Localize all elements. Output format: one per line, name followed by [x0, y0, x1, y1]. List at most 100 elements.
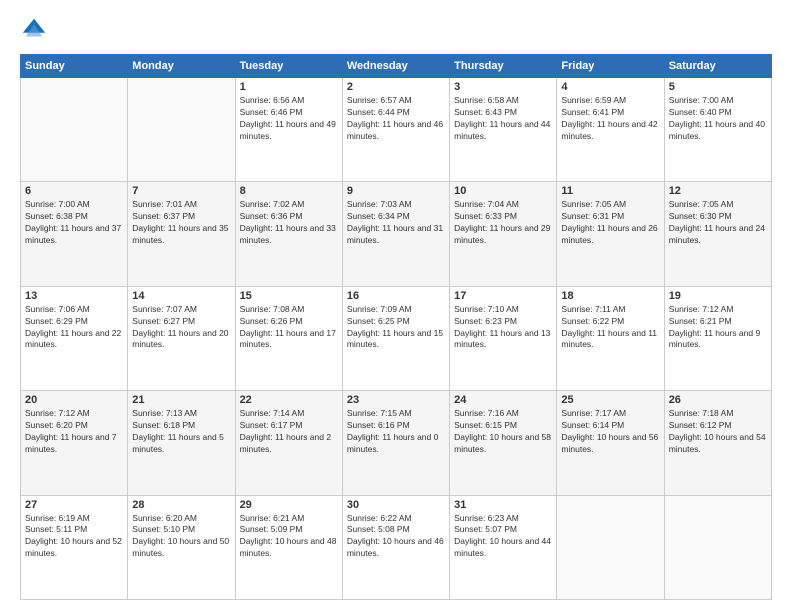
logo-icon [20, 16, 48, 44]
calendar-cell: 12 Sunrise: 7:05 AM Sunset: 6:30 PM Dayli… [664, 182, 771, 286]
day-info: Sunrise: 7:16 AM Sunset: 6:15 PM Dayligh… [454, 408, 552, 456]
calendar-cell: 31 Sunrise: 6:23 AM Sunset: 5:07 PM Dayli… [450, 495, 557, 599]
calendar-cell: 6Sunrise: 7:00 AM Sunset: 6:38 PM Daylig… [21, 182, 128, 286]
calendar-cell [128, 78, 235, 182]
day-number: 23 [347, 394, 445, 406]
calendar-week-2: 13 Sunrise: 7:06 AM Sunset: 6:29 PM Dayli… [21, 286, 772, 390]
day-info: Sunrise: 7:14 AM Sunset: 6:17 PM Dayligh… [240, 408, 338, 456]
day-number: 21 [132, 394, 230, 406]
day-info: Sunrise: 7:18 AM Sunset: 6:12 PM Dayligh… [669, 408, 767, 456]
calendar-cell: 19Sunrise: 7:12 AM Sunset: 6:21 PM Dayli… [664, 286, 771, 390]
calendar-header-wednesday: Wednesday [342, 55, 449, 78]
day-info: Sunrise: 6:20 AM Sunset: 5:10 PM Dayligh… [132, 513, 230, 561]
day-number: 16 [347, 290, 445, 302]
calendar-cell: 2 Sunrise: 6:57 AM Sunset: 6:44 PM Daylig… [342, 78, 449, 182]
day-number: 14 [132, 290, 230, 302]
day-number: 19 [669, 290, 767, 302]
day-number: 15 [240, 290, 338, 302]
day-info: Sunrise: 7:07 AM Sunset: 6:27 PM Dayligh… [132, 304, 230, 352]
calendar-header-monday: Monday [128, 55, 235, 78]
day-number: 10 [454, 185, 552, 197]
day-info: Sunrise: 6:21 AM Sunset: 5:09 PM Dayligh… [240, 513, 338, 561]
day-info: Sunrise: 7:01 AM Sunset: 6:37 PM Dayligh… [132, 199, 230, 247]
calendar-cell: 25Sunrise: 7:17 AM Sunset: 6:14 PM Dayli… [557, 391, 664, 495]
calendar: SundayMondayTuesdayWednesdayThursdayFrid… [20, 54, 772, 600]
calendar-cell: 14 Sunrise: 7:07 AM Sunset: 6:27 PM Dayli… [128, 286, 235, 390]
calendar-cell: 29 Sunrise: 6:21 AM Sunset: 5:09 PM Dayli… [235, 495, 342, 599]
calendar-cell: 22 Sunrise: 7:14 AM Sunset: 6:17 PM Dayli… [235, 391, 342, 495]
day-number: 20 [25, 394, 123, 406]
day-number: 4 [561, 81, 659, 93]
calendar-cell: 9 Sunrise: 7:03 AM Sunset: 6:34 PM Daylig… [342, 182, 449, 286]
day-info: Sunrise: 7:03 AM Sunset: 6:34 PM Dayligh… [347, 199, 445, 247]
calendar-cell: 30Sunrise: 6:22 AM Sunset: 5:08 PM Dayli… [342, 495, 449, 599]
day-number: 1 [240, 81, 338, 93]
day-number: 13 [25, 290, 123, 302]
calendar-header-sunday: Sunday [21, 55, 128, 78]
day-info: Sunrise: 7:04 AM Sunset: 6:33 PM Dayligh… [454, 199, 552, 247]
calendar-cell: 23 Sunrise: 7:15 AM Sunset: 6:16 PM Dayli… [342, 391, 449, 495]
calendar-cell: 4 Sunrise: 6:59 AM Sunset: 6:41 PM Daylig… [557, 78, 664, 182]
calendar-week-1: 6Sunrise: 7:00 AM Sunset: 6:38 PM Daylig… [21, 182, 772, 286]
day-info: Sunrise: 6:23 AM Sunset: 5:07 PM Dayligh… [454, 513, 552, 561]
day-number: 28 [132, 499, 230, 511]
day-number: 12 [669, 185, 767, 197]
calendar-header-saturday: Saturday [664, 55, 771, 78]
calendar-cell: 15Sunrise: 7:08 AM Sunset: 6:26 PM Dayli… [235, 286, 342, 390]
day-info: Sunrise: 6:58 AM Sunset: 6:43 PM Dayligh… [454, 95, 552, 143]
day-number: 5 [669, 81, 767, 93]
calendar-cell: 13 Sunrise: 7:06 AM Sunset: 6:29 PM Dayli… [21, 286, 128, 390]
calendar-cell: 3 Sunrise: 6:58 AM Sunset: 6:43 PM Daylig… [450, 78, 557, 182]
calendar-cell: 17 Sunrise: 7:10 AM Sunset: 6:23 PM Dayli… [450, 286, 557, 390]
calendar-cell: 26 Sunrise: 7:18 AM Sunset: 6:12 PM Dayli… [664, 391, 771, 495]
day-info: Sunrise: 7:11 AM Sunset: 6:22 PM Dayligh… [561, 304, 659, 352]
day-number: 24 [454, 394, 552, 406]
calendar-cell: 20 Sunrise: 7:12 AM Sunset: 6:20 PM Dayli… [21, 391, 128, 495]
day-info: Sunrise: 7:13 AM Sunset: 6:18 PM Dayligh… [132, 408, 230, 456]
calendar-cell [664, 495, 771, 599]
day-number: 26 [669, 394, 767, 406]
day-number: 7 [132, 185, 230, 197]
calendar-cell: 7 Sunrise: 7:01 AM Sunset: 6:37 PM Daylig… [128, 182, 235, 286]
calendar-cell: 16Sunrise: 7:09 AM Sunset: 6:25 PM Dayli… [342, 286, 449, 390]
day-number: 22 [240, 394, 338, 406]
day-number: 29 [240, 499, 338, 511]
day-number: 2 [347, 81, 445, 93]
calendar-cell: 11Sunrise: 7:05 AM Sunset: 6:31 PM Dayli… [557, 182, 664, 286]
day-info: Sunrise: 6:19 AM Sunset: 5:11 PM Dayligh… [25, 513, 123, 561]
day-number: 31 [454, 499, 552, 511]
day-info: Sunrise: 7:02 AM Sunset: 6:36 PM Dayligh… [240, 199, 338, 247]
calendar-cell: 8 Sunrise: 7:02 AM Sunset: 6:36 PM Daylig… [235, 182, 342, 286]
day-number: 6 [25, 185, 123, 197]
day-number: 30 [347, 499, 445, 511]
day-info: Sunrise: 6:59 AM Sunset: 6:41 PM Dayligh… [561, 95, 659, 143]
day-info: Sunrise: 6:56 AM Sunset: 6:46 PM Dayligh… [240, 95, 338, 143]
calendar-cell [21, 78, 128, 182]
calendar-cell [557, 495, 664, 599]
calendar-cell: 10 Sunrise: 7:04 AM Sunset: 6:33 PM Dayli… [450, 182, 557, 286]
calendar-header-friday: Friday [557, 55, 664, 78]
day-info: Sunrise: 6:57 AM Sunset: 6:44 PM Dayligh… [347, 95, 445, 143]
day-info: Sunrise: 7:12 AM Sunset: 6:20 PM Dayligh… [25, 408, 123, 456]
calendar-cell: 1 Sunrise: 6:56 AM Sunset: 6:46 PM Daylig… [235, 78, 342, 182]
day-number: 18 [561, 290, 659, 302]
calendar-cell: 24 Sunrise: 7:16 AM Sunset: 6:15 PM Dayli… [450, 391, 557, 495]
day-number: 3 [454, 81, 552, 93]
calendar-week-3: 20 Sunrise: 7:12 AM Sunset: 6:20 PM Dayli… [21, 391, 772, 495]
day-number: 25 [561, 394, 659, 406]
day-number: 17 [454, 290, 552, 302]
calendar-week-0: 1 Sunrise: 6:56 AM Sunset: 6:46 PM Daylig… [21, 78, 772, 182]
page: SundayMondayTuesdayWednesdayThursdayFrid… [0, 0, 792, 612]
day-number: 9 [347, 185, 445, 197]
calendar-header-thursday: Thursday [450, 55, 557, 78]
day-number: 27 [25, 499, 123, 511]
day-info: Sunrise: 7:05 AM Sunset: 6:30 PM Dayligh… [669, 199, 767, 247]
calendar-week-4: 27 Sunrise: 6:19 AM Sunset: 5:11 PM Dayli… [21, 495, 772, 599]
day-info: Sunrise: 7:15 AM Sunset: 6:16 PM Dayligh… [347, 408, 445, 456]
calendar-cell: 28 Sunrise: 6:20 AM Sunset: 5:10 PM Dayli… [128, 495, 235, 599]
day-info: Sunrise: 7:05 AM Sunset: 6:31 PM Dayligh… [561, 199, 659, 247]
day-info: Sunrise: 7:06 AM Sunset: 6:29 PM Dayligh… [25, 304, 123, 352]
logo [20, 16, 52, 44]
day-number: 8 [240, 185, 338, 197]
day-info: Sunrise: 7:10 AM Sunset: 6:23 PM Dayligh… [454, 304, 552, 352]
